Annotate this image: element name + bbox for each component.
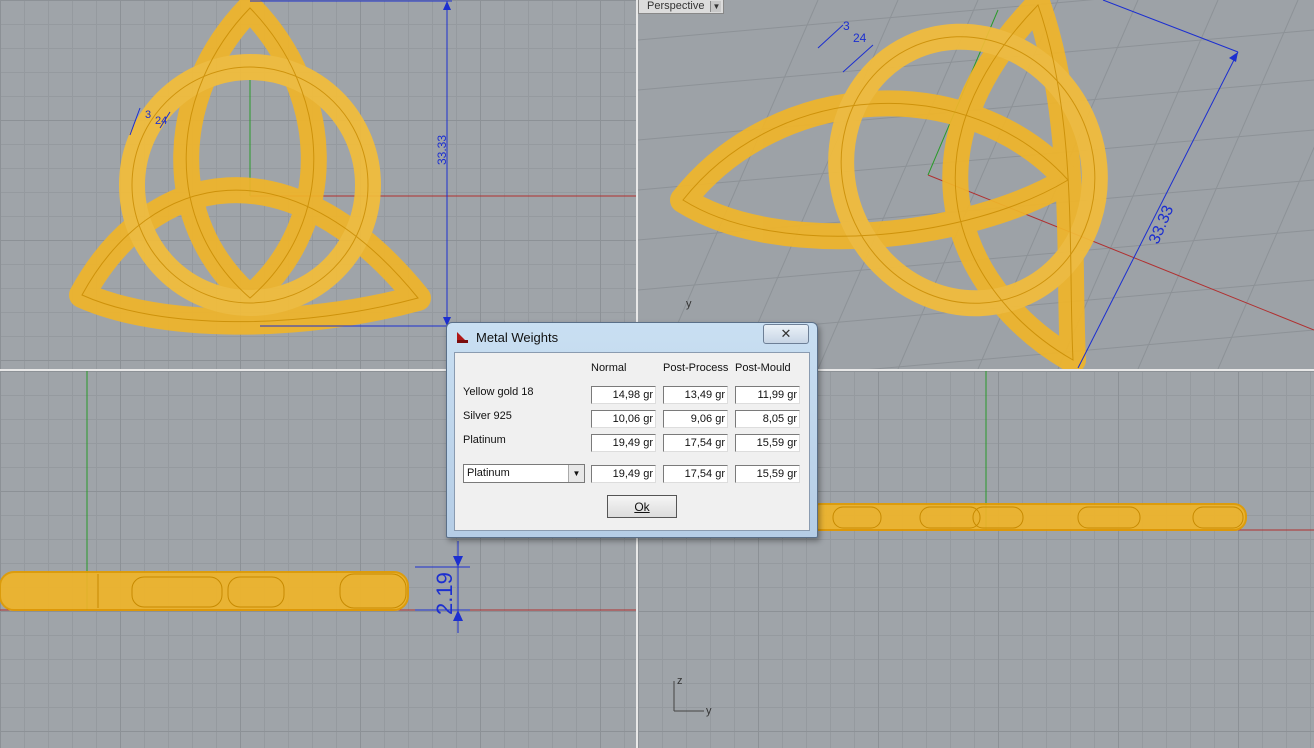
platinum-normal-field[interactable]: 19,49 gr — [591, 434, 656, 452]
silver-post-mould-field[interactable]: 8,05 gr — [735, 410, 800, 428]
column-header-post-mould: Post-Mould — [735, 362, 791, 374]
right-profile-model[interactable] — [807, 503, 1247, 531]
close-button[interactable]: ✕ — [763, 324, 809, 344]
yellow-gold-post-mould-field[interactable]: 11,99 gr — [735, 386, 800, 404]
perspective-scene: 33.33 3 24 y — [638, 0, 1314, 369]
metal-select-value: Platinum — [467, 467, 510, 479]
metal-weights-dialog: Metal Weights ✕ Normal Post-Process Post… — [446, 322, 818, 538]
silver-post-process-field[interactable]: 9,06 gr — [663, 410, 728, 428]
dialog-titlebar[interactable]: Metal Weights ✕ — [447, 323, 817, 351]
ok-button[interactable]: Ok — [607, 495, 677, 518]
persp-axis-y: y — [686, 298, 692, 310]
chevron-down-icon[interactable]: ▼ — [568, 465, 584, 482]
persp-small-dim-2: 24 — [853, 31, 867, 45]
yellow-gold-post-process-field[interactable]: 13,49 gr — [663, 386, 728, 404]
metal-select[interactable]: Platinum ▼ — [463, 464, 585, 483]
platinum-post-process-field[interactable]: 17,54 gr — [663, 434, 728, 452]
selected-post-process-field[interactable]: 17,54 gr — [663, 465, 728, 483]
metal-weights-app-icon — [457, 332, 468, 343]
yellow-gold-normal-field[interactable]: 14,98 gr — [591, 386, 656, 404]
perspective-viewport-tab[interactable]: Perspective ▼ — [638, 0, 725, 14]
perspective-viewport[interactable]: 33.33 3 24 y Perspective ▼ — [638, 0, 1314, 369]
perspective-tab-label: Perspective — [647, 0, 705, 12]
right-axis-y: y — [706, 705, 712, 717]
right-axis-z: z — [677, 675, 683, 687]
selected-post-mould-field[interactable]: 15,59 gr — [735, 465, 800, 483]
close-icon: ✕ — [780, 326, 792, 341]
front-profile-model[interactable] — [0, 571, 409, 611]
dialog-body: Normal Post-Process Post-Mould Yellow go… — [454, 352, 810, 531]
selected-normal-field[interactable]: 19,49 gr — [591, 465, 656, 483]
front-thickness-dimension: 2.19 — [432, 572, 457, 615]
persp-small-dim-1: 3 — [843, 19, 850, 33]
row-label-yellow-gold: Yellow gold 18 — [463, 386, 534, 398]
top-viewport[interactable]: 33.33 3 24 — [0, 0, 636, 369]
top-small-dim-1: 3 — [145, 109, 151, 121]
platinum-post-mould-field[interactable]: 15,59 gr — [735, 434, 800, 452]
silver-normal-field[interactable]: 10,06 gr — [591, 410, 656, 428]
column-header-normal: Normal — [591, 362, 627, 374]
top-view-scene: 33.33 3 24 — [69, 0, 636, 335]
column-header-post-process: Post-Process — [663, 362, 729, 374]
top-small-dim-2: 24 — [155, 115, 167, 127]
row-label-silver: Silver 925 — [463, 410, 512, 422]
top-height-dimension: 33.33 — [435, 135, 449, 165]
dialog-title: Metal Weights — [476, 330, 559, 345]
chevron-down-icon[interactable]: ▼ — [710, 1, 722, 12]
row-label-platinum: Platinum — [463, 434, 506, 446]
